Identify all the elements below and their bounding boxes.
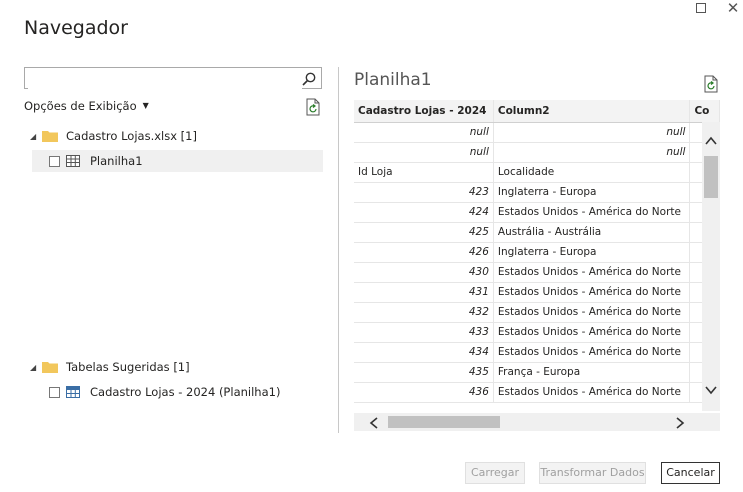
display-options-label: Opções de Exibição [24,99,137,113]
table-row: 436 Estados Unidos - América do Norte [354,382,720,403]
tree-item-label: Planilha1 [90,154,143,168]
table-row: null null [354,142,720,163]
refresh-icon[interactable] [703,75,719,93]
table-row: 434 Estados Unidos - América do Norte [354,342,720,363]
scroll-up-icon[interactable] [705,136,717,146]
table-row: Id Loja Localidade [354,162,720,183]
table-cell[interactable]: null [354,142,494,163]
folder-icon [42,131,58,142]
expand-triangle-icon[interactable]: ◢ [30,132,42,141]
table-cell[interactable]: Austrália - Austrália [493,222,691,243]
table-cell[interactable]: 425 [354,222,494,243]
refresh-icon[interactable] [305,98,321,116]
table-cell[interactable]: Estados Unidos - América do Norte [493,202,691,223]
table-cell[interactable]: 430 [354,262,494,283]
table-row: 424 Estados Unidos - América do Norte [354,202,720,223]
maximize-button[interactable] [696,3,706,13]
vertical-scrollbar[interactable] [702,122,720,411]
scroll-down-icon[interactable] [705,385,717,395]
expand-triangle-icon[interactable]: ◢ [30,363,42,372]
table-cell[interactable]: 431 [354,282,494,303]
page-title: Navegador [24,17,128,39]
column-header[interactable]: Cadastro Lojas - 2024 [354,100,494,123]
table-cell[interactable]: Estados Unidos - América do Norte [493,262,691,283]
table-cell[interactable]: Estados Unidos - América do Norte [493,382,691,403]
checkbox[interactable] [49,155,60,167]
scroll-right-icon[interactable] [675,417,685,429]
table-cell[interactable]: Estados Unidos - América do Norte [493,342,691,363]
table-icon [66,386,80,398]
table-cell[interactable]: Estados Unidos - América do Norte [493,302,691,323]
search-input[interactable] [28,69,302,90]
search-box[interactable] [24,67,322,90]
table-cell[interactable]: França - Europa [493,362,691,383]
checkbox[interactable] [49,386,60,398]
table-cell[interactable]: 426 [354,242,494,263]
table-cell[interactable]: 433 [354,322,494,343]
preview-table: Cadastro Lojas - 2024 Column2 Co null nul… [354,100,720,403]
table-row: 433 Estados Unidos - América do Norte [354,322,720,343]
table-cell[interactable]: 432 [354,302,494,323]
chevron-down-icon: ▼ [142,101,149,110]
preview-grid[interactable]: Cadastro Lojas - 2024 Column2 Co null nul… [354,100,720,431]
horizontal-scroll-thumb[interactable] [388,416,500,428]
table-row: 432 Estados Unidos - América do Norte [354,302,720,323]
search-icon[interactable] [301,71,317,87]
table-header-row: Cadastro Lojas - 2024 Column2 Co [354,100,720,123]
tree-item-label: Tabelas Sugeridas [1] [66,360,190,374]
cancel-button[interactable]: Cancelar [661,462,720,484]
scroll-left-icon[interactable] [369,417,379,429]
tree-item-planilha1[interactable]: Planilha1 [32,150,323,172]
table-cell[interactable]: null [354,122,494,143]
transform-data-button[interactable]: Transformar Dados [539,462,646,484]
table-cell[interactable]: Inglaterra - Europa [493,242,691,263]
pane-divider[interactable] [338,67,339,433]
close-icon[interactable]: ✕ [726,0,740,16]
tree-item-suggested-table[interactable]: Cadastro Lojas - 2024 (Planilha1) [32,381,323,403]
table-row: null null [354,122,720,143]
folder-icon [42,362,58,373]
preview-title: Planilha1 [354,70,432,90]
table-cell[interactable]: 423 [354,182,494,203]
table-cell[interactable]: null [493,142,691,163]
table-cell[interactable]: 435 [354,362,494,383]
table-cell[interactable]: 434 [354,342,494,363]
tree-item-label: Cadastro Lojas - 2024 (Planilha1) [90,385,281,399]
table-row: 430 Estados Unidos - América do Norte [354,262,720,283]
table-cell[interactable]: Estados Unidos - América do Norte [493,322,691,343]
table-icon [66,155,80,167]
horizontal-scrollbar[interactable] [354,413,720,431]
table-cell[interactable]: Id Loja [354,162,494,183]
tree-item-label: Cadastro Lojas.xlsx [1] [66,129,197,143]
table-row: 425 Austrália - Austrália [354,222,720,243]
table-row: 435 França - Europa [354,362,720,383]
table-cell[interactable]: Inglaterra - Europa [493,182,691,203]
table-row: 431 Estados Unidos - América do Norte [354,282,720,303]
load-button[interactable]: Carregar [465,462,525,484]
table-cell[interactable]: Estados Unidos - América do Norte [493,282,691,303]
table-cell[interactable]: Localidade [493,162,691,183]
table-cell[interactable]: null [493,122,691,143]
vertical-scroll-thumb[interactable] [704,156,718,198]
table-cell[interactable]: 424 [354,202,494,223]
column-header[interactable]: Co [689,100,720,123]
table-cell[interactable]: 436 [354,382,494,403]
display-options-dropdown[interactable]: Opções de Exibição ▼ [24,99,149,113]
tree-item-suggested[interactable]: ◢ Tabelas Sugeridas [1] [30,356,322,378]
table-row: 423 Inglaterra - Europa [354,182,720,203]
table-row: 426 Inglaterra - Europa [354,242,720,263]
tree-item-file[interactable]: ◢ Cadastro Lojas.xlsx [1] [30,125,322,147]
column-header[interactable]: Column2 [493,100,691,123]
